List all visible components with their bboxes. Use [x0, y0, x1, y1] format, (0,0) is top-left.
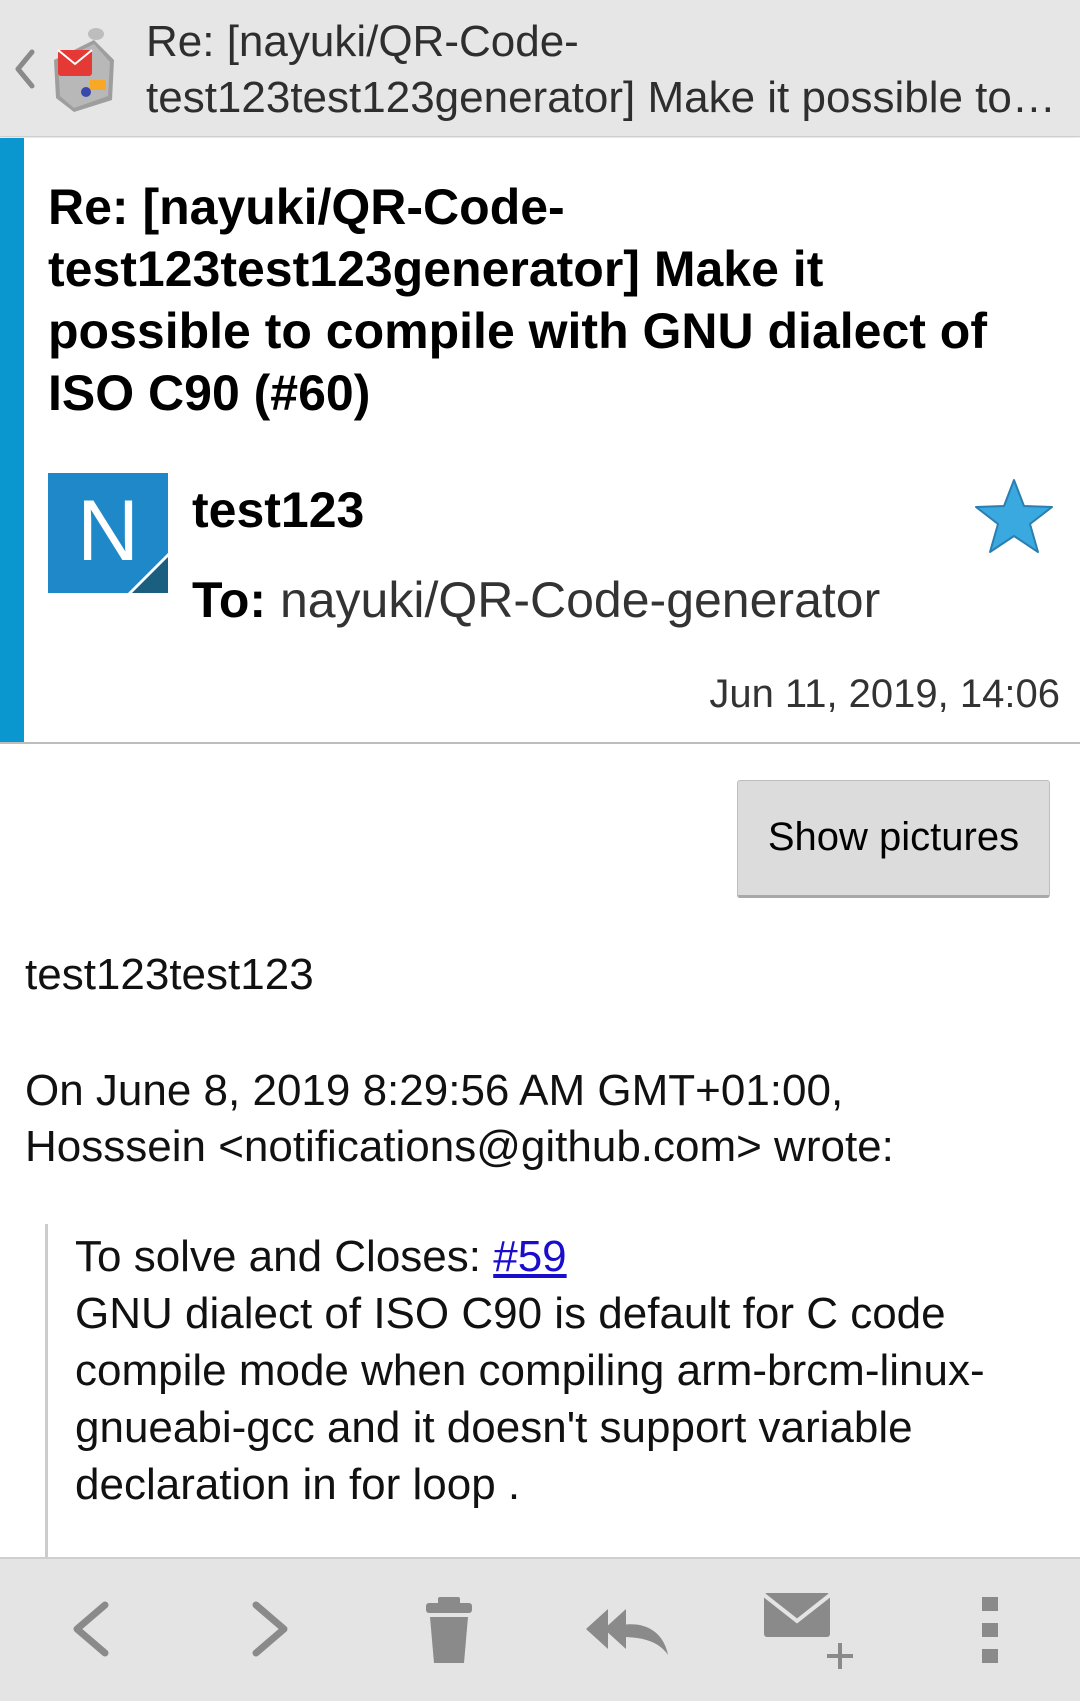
avatar-corner-fill: [132, 557, 168, 593]
recipient-value: nayuki/QR-Code-generator: [279, 572, 881, 628]
chevron-right-icon: [252, 1601, 288, 1657]
previous-message-button[interactable]: [25, 1559, 155, 1701]
to-label: To:: [192, 572, 267, 628]
quote-attribution: On June 8, 2019 8:29:56 AM GMT+01:00, Ho…: [25, 1063, 1025, 1175]
more-options-button[interactable]: [924, 1559, 1054, 1701]
message-greeting: test123test123: [25, 950, 314, 999]
app-bar-title-line-2: test123test123generator] Make it possibl…: [146, 73, 1062, 122]
next-message-button[interactable]: [204, 1559, 334, 1701]
app-bar: Re: [nayuki/QR-Code- test123test123gener…: [0, 0, 1080, 137]
reply-all-button[interactable]: [564, 1559, 694, 1701]
message-header: Re: [nayuki/QR-Code-test123test123genera…: [0, 138, 1080, 744]
recipient-line: To: nayuki/QR-Code-generator: [192, 570, 880, 630]
quote-attribution-line-1: On June 8, 2019 8:29:56 AM GMT+01:00,: [25, 1066, 844, 1115]
quoted-message: To solve and Closes: #59 GNU dialect of …: [45, 1224, 1048, 1564]
delete-button[interactable]: [384, 1559, 514, 1701]
sender-name: test123: [192, 482, 365, 538]
reply-all-icon: [586, 1609, 668, 1655]
show-pictures-button[interactable]: Show pictures: [737, 780, 1050, 898]
quote-prefix: To solve and Closes:: [75, 1232, 494, 1281]
message-date: Jun 11, 2019, 14:06: [709, 672, 1060, 716]
accent-bar: [0, 138, 24, 742]
trash-icon: [426, 1597, 472, 1663]
avatar[interactable]: N: [48, 473, 168, 593]
app-bar-title: Re: [nayuki/QR-Code- test123test123gener…: [146, 14, 1062, 126]
quoted-text: To solve and Closes: #59 GNU dialect of …: [75, 1228, 1035, 1513]
compose-mail-icon: [762, 1593, 853, 1669]
quote-attribution-line-2: Hosssein <notifications@github.com> wrot…: [25, 1122, 894, 1171]
bottom-toolbar: [0, 1557, 1080, 1701]
issue-link[interactable]: #59: [493, 1232, 566, 1281]
message-subject: Re: [nayuki/QR-Code-test123test123genera…: [48, 179, 987, 421]
chevron-left-icon[interactable]: [10, 44, 40, 94]
more-vertical-icon: [982, 1597, 998, 1663]
app-bar-title-line-1: Re: [nayuki/QR-Code-: [146, 17, 579, 66]
quote-body: GNU dialect of ISO C90 is default for C …: [75, 1289, 985, 1509]
compose-button[interactable]: [744, 1559, 874, 1701]
star-icon[interactable]: [972, 476, 1056, 556]
app-logo-icon[interactable]: [44, 20, 124, 116]
chevron-left-icon: [73, 1601, 109, 1657]
